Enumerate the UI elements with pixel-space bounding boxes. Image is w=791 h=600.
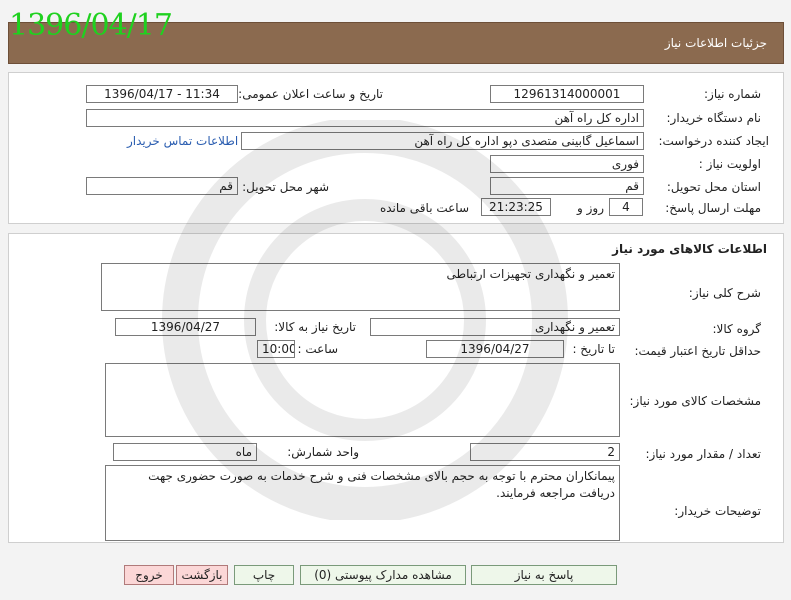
buyer-org-label: نام دستگاه خریدار: [666, 111, 762, 125]
to-date-field: 1396/04/27 [426, 340, 564, 358]
summary-label: شرح کلی نیاز: [688, 286, 761, 300]
min-validity-label: حداقل تاریخ اعتبار قیمت: [634, 344, 761, 358]
province-label: استان محل تحویل: [666, 180, 761, 194]
days-field: 4 [609, 198, 643, 216]
creator-field: اسماعیل گابینی متصدی دپو اداره کل راه آه… [241, 132, 644, 150]
page-title: جزئیات اطلاعات نیاز [664, 36, 767, 50]
qty-label: تعداد / مقدار مورد نیاز: [645, 447, 761, 461]
back-button[interactable]: بازگشت [176, 565, 228, 585]
province-field: قم [490, 177, 644, 195]
time-left-label: ساعت باقی مانده [379, 201, 469, 215]
announce-label: تاریخ و ساعت اعلان عمومی: [238, 87, 383, 101]
priority-label: اولویت نیاز : [698, 157, 761, 171]
deadline-label: مهلت ارسال پاسخ: [665, 201, 761, 215]
exit-button[interactable]: خروج [124, 565, 174, 585]
specs-field [105, 363, 620, 437]
goods-panel: اطلاعات کالاهای مورد نیاز شرح کلی نیاز: … [8, 233, 784, 543]
need-date-label: تاریخ نیاز به کالا: [274, 320, 356, 334]
time-left-field: 21:23:25 [481, 198, 551, 216]
desc-label: توضیحات خریدار: [674, 504, 761, 518]
buyer-org-field: اداره کل راه آهن [86, 109, 644, 127]
time-label: ساعت : [297, 342, 338, 356]
attachments-button[interactable]: مشاهده مدارک پیوستی (0) [300, 565, 466, 585]
need-number-label: شماره نیاز: [704, 87, 761, 101]
creator-label: ایجاد کننده درخواست: [658, 134, 769, 148]
priority-field: فوری [490, 155, 644, 173]
goods-section-title: اطلاعات کالاهای مورد نیاز [612, 242, 767, 256]
reply-button[interactable]: پاسخ به نیاز [471, 565, 617, 585]
need-info-panel: شماره نیاز: 12961314000001 تاریخ و ساعت … [8, 72, 784, 224]
days-label: روز و [577, 201, 604, 215]
city-field: قم [86, 177, 238, 195]
city-label: شهر محل تحویل: [242, 180, 329, 194]
need-number-field: 12961314000001 [490, 85, 644, 103]
group-label: گروه کالا: [712, 322, 762, 336]
announce-field: 1396/04/17 - 11:34 [86, 85, 238, 103]
specs-label: مشخصات کالای مورد نیاز: [629, 394, 761, 408]
summary-field: تعمیر و نگهداری تجهیزات ارتباطی [101, 263, 620, 311]
stamp-date: 1396/04/17 [9, 8, 173, 43]
time-field: 10:00 [257, 340, 295, 358]
group-field: تعمیر و نگهداری [370, 318, 620, 336]
unit-field: ماه [113, 443, 257, 461]
to-date-label: تا تاریخ : [572, 342, 615, 356]
desc-field: پیمانکاران محترم با توجه به حجم بالای مش… [105, 465, 620, 541]
need-date-field: 1396/04/27 [115, 318, 256, 336]
print-button[interactable]: چاپ [234, 565, 294, 585]
buyer-contact-link[interactable]: اطلاعات تماس خریدار [127, 134, 238, 148]
qty-field: 2 [470, 443, 620, 461]
unit-label: واحد شمارش: [287, 445, 359, 459]
